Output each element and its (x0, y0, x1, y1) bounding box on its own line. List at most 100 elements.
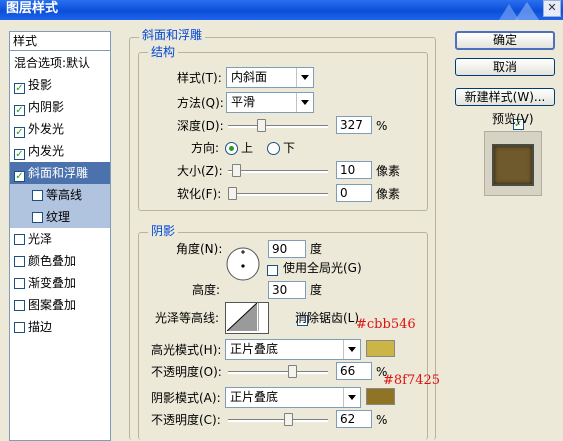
style-list-item-label: 图案叠加 (28, 298, 77, 312)
highlight-opacity-slider[interactable] (228, 365, 328, 379)
soften-label: 软化(F): (177, 187, 222, 201)
style-checkbox[interactable] (14, 322, 25, 333)
soften-unit: 像素 (376, 187, 401, 201)
highlight-mode-label: 高光模式(H): (151, 343, 222, 357)
style-list-item[interactable]: ✓ 内阴影 (10, 96, 110, 118)
highlight-mode-value: 正片叠底 (230, 342, 279, 356)
method-select-value: 平滑 (231, 95, 256, 109)
bevel-emboss-title: 斜面和浮雕 (139, 28, 206, 42)
style-list-item[interactable]: 图案叠加 (10, 294, 110, 316)
angle-dial[interactable] (225, 246, 261, 282)
chevron-down-icon[interactable] (343, 388, 360, 407)
angle-label: 角度(N): (176, 242, 223, 256)
style-checkbox[interactable] (32, 190, 43, 201)
size-slider[interactable] (228, 164, 328, 178)
size-label: 大小(Z): (177, 164, 223, 178)
style-list-item[interactable]: ✓ 外发光 (10, 118, 110, 140)
style-label: 样式(T): (177, 71, 222, 85)
slider-thumb[interactable] (232, 164, 241, 177)
depth-label: 深度(D): (177, 119, 224, 133)
style-checkbox[interactable]: ✓ (14, 171, 25, 182)
style-list-item-label: 等高线 (46, 188, 83, 202)
shadow-mode-label: 阴影模式(A): (151, 391, 221, 405)
chevron-down-icon[interactable] (343, 340, 360, 359)
shadow-opacity-unit: % (376, 413, 388, 427)
slider-track (228, 419, 328, 422)
slider-track (228, 125, 328, 128)
slider-thumb[interactable] (288, 365, 297, 378)
size-unit: 像素 (376, 164, 401, 178)
method-label: 方法(Q): (177, 96, 224, 110)
angle-input[interactable]: 90 (268, 240, 306, 258)
style-checkbox[interactable]: ✓ (14, 83, 25, 94)
size-input[interactable]: 10 (336, 161, 372, 179)
gloss-contour-picker[interactable] (225, 302, 269, 334)
style-checkbox[interactable] (14, 234, 25, 245)
shadow-color-swatch[interactable] (366, 388, 395, 405)
method-select[interactable]: 平滑 (226, 92, 314, 113)
shadow-opacity-slider[interactable] (228, 413, 328, 427)
style-checkbox[interactable] (32, 212, 43, 223)
style-list-item[interactable]: 渐变叠加 (10, 272, 110, 294)
depth-input[interactable]: 327 (336, 116, 372, 134)
direction-up-radio[interactable] (225, 142, 238, 155)
chevron-down-icon[interactable] (296, 68, 313, 87)
new-style-button[interactable]: 新建样式(W)... (455, 88, 555, 106)
style-select[interactable]: 内斜面 (226, 67, 314, 88)
style-list-item-label: 外发光 (28, 122, 65, 136)
close-icon[interactable]: ✕ (543, 0, 561, 17)
window-logo-icon (499, 2, 539, 20)
style-checkbox[interactable]: ✓ (14, 105, 25, 116)
soften-slider[interactable] (228, 187, 328, 201)
highlight-opacity-label: 不透明度(O): (151, 365, 222, 379)
slider-thumb[interactable] (228, 187, 237, 200)
highlight-color-swatch[interactable] (366, 340, 395, 357)
contour-dropdown-arrow-icon[interactable] (258, 303, 268, 331)
depth-slider[interactable] (228, 119, 328, 133)
style-list-item[interactable]: ✓ 投影 (10, 74, 110, 96)
shadow-mode-select[interactable]: 正片叠底 (225, 387, 361, 408)
style-checkbox[interactable]: ✓ (14, 149, 25, 160)
style-checkbox[interactable] (14, 300, 25, 311)
style-list-item[interactable]: 描边 (10, 316, 110, 338)
slider-track (228, 193, 328, 196)
style-list-item[interactable]: 颜色叠加 (10, 250, 110, 272)
style-list-item[interactable]: ✓ 内发光 (10, 140, 110, 162)
structure-title: 结构 (148, 45, 179, 59)
style-list-item-label: 混合选项:默认 (14, 56, 91, 70)
ok-button[interactable]: 确定 (455, 31, 555, 50)
shadow-opacity-input[interactable]: 62 (336, 410, 372, 428)
style-list-item-label: 斜面和浮雕 (28, 166, 89, 180)
style-list-item[interactable]: 等高线 (10, 184, 110, 206)
antialias-label: 消除锯齿(L) (295, 311, 360, 325)
style-list-item-label: 渐变叠加 (28, 276, 77, 290)
style-checkbox[interactable] (14, 256, 25, 267)
chevron-down-icon[interactable] (296, 93, 313, 112)
highlight-mode-select[interactable]: 正片叠底 (225, 339, 361, 360)
global-light-checkbox[interactable] (267, 265, 278, 276)
direction-label: 方向: (191, 141, 220, 155)
style-checkbox[interactable] (14, 278, 25, 289)
style-list-item[interactable]: ✓ 斜面和浮雕 (10, 162, 110, 184)
style-list-item[interactable]: 纹理 (10, 206, 110, 228)
style-list-item-label: 颜色叠加 (28, 254, 77, 268)
styles-list: 样式 混合选项:默认 ✓ 投影 ✓ 内阴影 ✓ 外发光 ✓ 内发光 ✓ 斜面和浮雕 等高线 纹理 光泽 颜色… (9, 31, 111, 441)
style-list-item[interactable]: 光泽 (10, 228, 110, 250)
direction-up-label: 上 (241, 141, 254, 155)
style-list-item[interactable]: 混合选项:默认 (10, 52, 110, 74)
cancel-button[interactable]: 取消 (455, 58, 555, 76)
highlight-opacity-input[interactable]: 66 (336, 362, 372, 380)
shadow-hex-annotation: #8f7425 (383, 373, 441, 388)
preview-label: 预览(V) (492, 112, 534, 126)
style-checkbox[interactable]: ✓ (14, 127, 25, 138)
soften-input[interactable]: 0 (336, 184, 372, 202)
style-list-item-label: 投影 (28, 78, 53, 92)
style-list-item-label: 光泽 (28, 232, 53, 246)
direction-down-radio[interactable] (267, 142, 280, 155)
depth-unit: % (376, 119, 388, 133)
altitude-input[interactable]: 30 (268, 281, 306, 299)
slider-thumb[interactable] (257, 119, 266, 132)
slider-thumb[interactable] (284, 413, 293, 426)
altitude-label: 高度: (192, 283, 221, 297)
style-select-value: 内斜面 (231, 70, 268, 84)
